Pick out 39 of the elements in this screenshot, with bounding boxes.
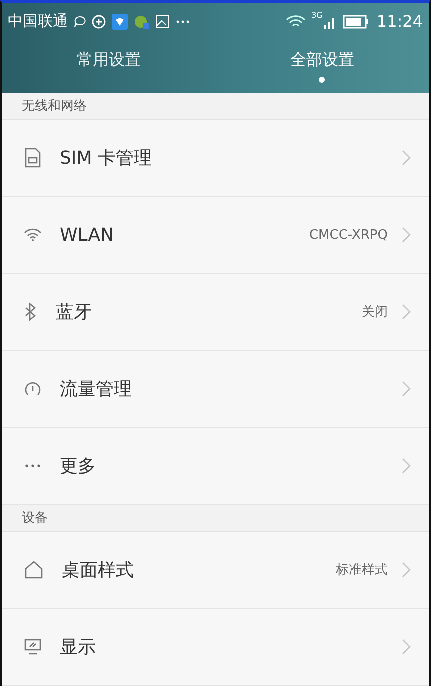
image-icon [156,14,170,28]
monitor-icon [24,638,42,656]
battery-icon [342,14,369,28]
wifi-icon [24,228,42,242]
row-label: 显示 [60,636,97,659]
tab[interactable]: 常用设置 [2,40,216,93]
row-value: 标准样式 [336,562,388,579]
carrier-name: 中国联通 [8,12,68,31]
app-icon [134,14,150,30]
chevron-right-icon [402,304,411,320]
ellipsis-icon [24,464,42,468]
section-header: 无线和网络 [2,93,429,120]
row-label: WLAN [60,224,116,246]
chat-bubble-icon [74,16,86,28]
row-label: 更多 [60,455,97,478]
home-icon [24,561,44,579]
row-value: CMCC-XRPQ [309,228,388,242]
chevron-right-icon [402,639,411,655]
gauge-icon [24,380,42,398]
ellipsis-icon [176,20,190,24]
clock-time: 11:24 [376,12,423,31]
sim-card-icon [24,148,42,168]
chevron-right-icon [402,227,411,243]
row-label: SIM 卡管理 [60,147,153,170]
wifi-icon [286,14,306,28]
chevron-right-icon [402,381,411,397]
row-label: 蓝牙 [56,301,93,324]
chevron-right-icon [402,562,411,578]
row-value: 关闭 [362,304,388,321]
row-label: 流量管理 [60,378,133,401]
bluetooth-icon [24,302,38,322]
chevron-right-icon [402,458,411,474]
network-type: 3G [312,11,323,20]
circle-plus-icon [92,14,106,28]
tab[interactable]: 全部设置 [216,40,429,93]
row-label: 桌面样式 [62,559,135,582]
section-header: 设备 [2,505,429,532]
shield-icon [112,14,128,30]
chevron-right-icon [402,150,411,166]
